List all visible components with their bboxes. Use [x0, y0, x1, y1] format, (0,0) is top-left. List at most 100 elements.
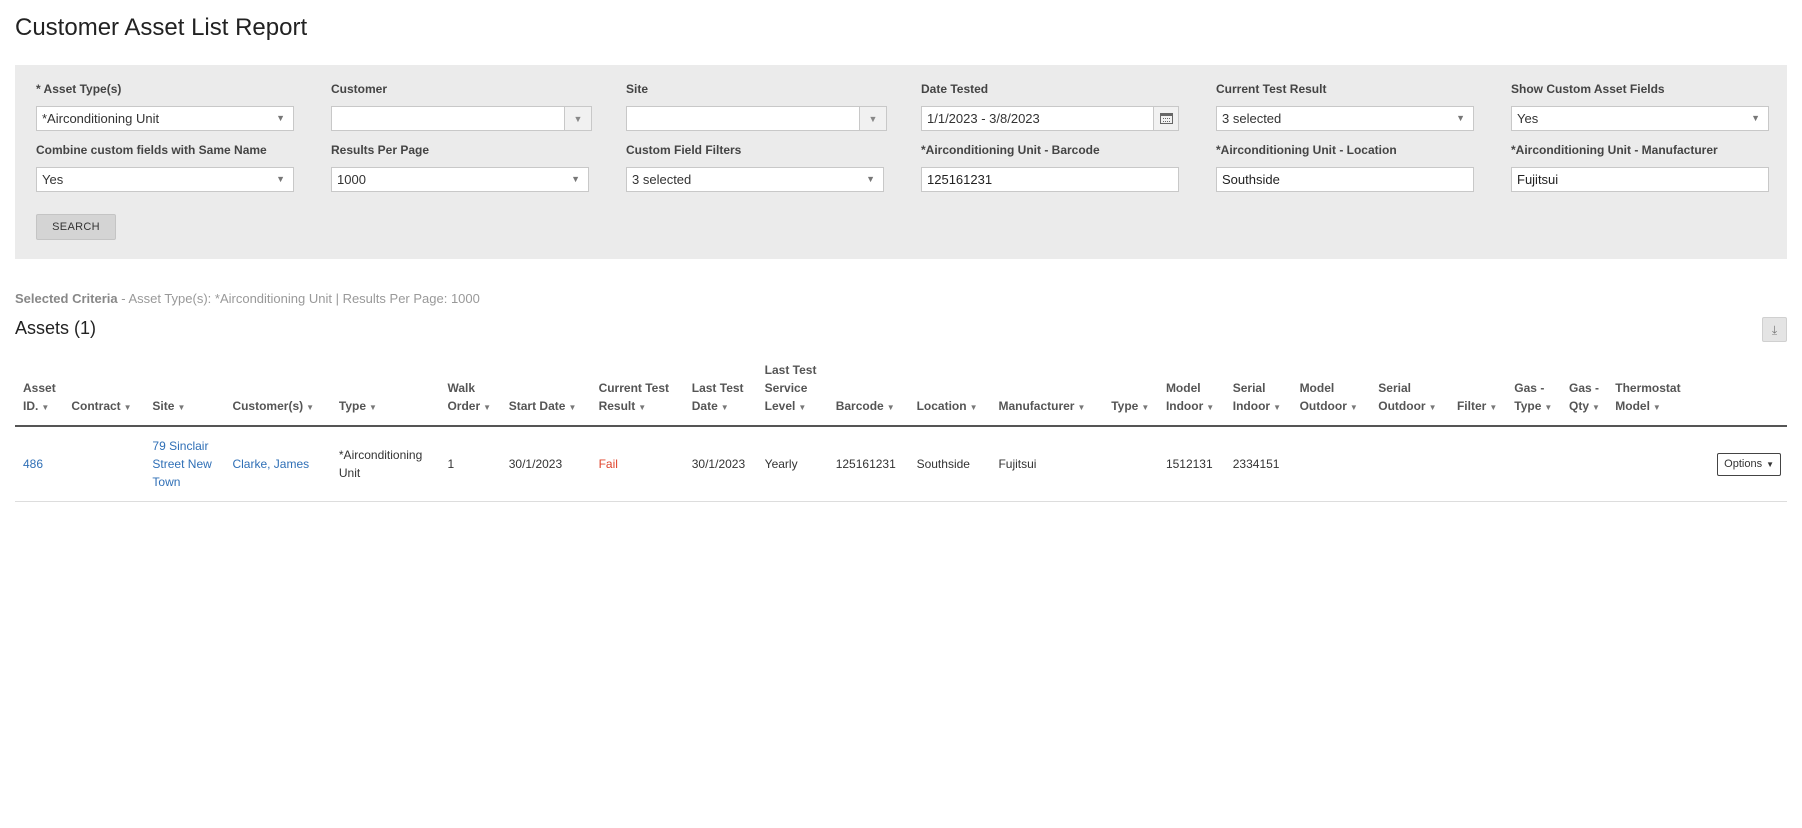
- cell-thermostat-model: [1607, 426, 1695, 502]
- site-label: Site: [626, 82, 649, 96]
- sort-icon: ▼: [1077, 403, 1086, 412]
- sort-icon: ▼: [1592, 403, 1600, 412]
- cell-model-outdoor: [1291, 426, 1371, 502]
- asset-type-select[interactable]: *Airconditioning Unit ▼: [36, 106, 294, 131]
- column-header[interactable]: Model Outdoor ▼: [1291, 361, 1371, 427]
- show-custom-fields-filter: Show Custom Asset Fields Yes ▼: [1511, 81, 1769, 131]
- show-custom-fields-select[interactable]: Yes ▼: [1511, 106, 1769, 131]
- assets-header: Assets (1) ⤓: [15, 313, 1787, 353]
- column-header[interactable]: Serial Indoor ▼: [1224, 361, 1292, 427]
- cell-walk-order: 1: [439, 426, 501, 502]
- cell-asset-id-value[interactable]: 486: [23, 457, 43, 471]
- date-tested-value: 1/1/2023 - 3/8/2023: [927, 111, 1040, 126]
- chevron-down-icon: ▼: [571, 174, 580, 184]
- download-icon: ⤓: [1771, 322, 1778, 337]
- customer-combobox[interactable]: ▼: [331, 106, 592, 131]
- sort-icon: ▼: [1428, 403, 1437, 412]
- cell-site-value[interactable]: 79 Sinclair Street New Town: [152, 439, 211, 489]
- custom-field-filters-select[interactable]: 3 selected ▼: [626, 167, 884, 192]
- cell-line: 79 Sinclair: [152, 439, 209, 453]
- sort-icon: ▼: [41, 403, 50, 412]
- column-header[interactable]: Type ▼: [330, 361, 440, 427]
- search-button[interactable]: SEARCH: [36, 214, 116, 240]
- column-header[interactable]: Site ▼: [144, 361, 225, 427]
- barcode-input[interactable]: 125161231: [921, 167, 1179, 192]
- column-header[interactable]: Last Test Date ▼: [683, 361, 757, 427]
- export-button[interactable]: ⤓: [1762, 317, 1787, 342]
- chevron-down-icon: ▼: [1456, 113, 1465, 123]
- column-header[interactable]: Serial Outdoor ▼: [1370, 361, 1449, 427]
- combine-custom-label: Combine custom fields with Same Name: [36, 143, 267, 157]
- cell-last-test-date: 30/1/2023: [683, 426, 757, 502]
- cell-contract: [63, 426, 145, 502]
- options-button[interactable]: Options ▼: [1717, 452, 1781, 476]
- column-header[interactable]: Filter ▼: [1448, 361, 1507, 427]
- column-header-label: Order: [447, 399, 481, 413]
- chevron-down-icon[interactable]: ▼: [564, 107, 591, 130]
- column-header-label: Type: [1514, 399, 1542, 413]
- column-header[interactable]: Thermostat Model ▼: [1607, 361, 1695, 427]
- column-header[interactable]: Walk Order ▼: [439, 361, 501, 427]
- column-header-label: Customer(s): [232, 399, 304, 413]
- column-header[interactable]: Manufacturer ▼: [990, 361, 1104, 427]
- column-header-label: Indoor: [1165, 399, 1204, 413]
- cell-line: *Airconditioning: [338, 448, 423, 462]
- barcode-filter: *Airconditioning Unit - Barcode 12516123…: [921, 142, 1179, 192]
- cell-last-test-date-value: 30/1/2023: [691, 457, 746, 471]
- column-header-label: Indoor: [1232, 399, 1271, 413]
- column-header[interactable]: Asset ID. ▼: [15, 361, 64, 427]
- show-custom-fields-label: Show Custom Asset Fields: [1511, 82, 1665, 96]
- cell-serial-outdoor: [1370, 426, 1449, 502]
- location-input[interactable]: Southside: [1216, 167, 1474, 192]
- cell-customer-value[interactable]: Clarke, James: [232, 457, 309, 471]
- column-header[interactable]: Location ▼: [908, 361, 991, 427]
- assets-title: Assets (1): [15, 318, 97, 338]
- column-header[interactable]: Customer(s) ▼: [224, 361, 331, 427]
- current-test-result-select[interactable]: 3 selected ▼: [1216, 106, 1474, 131]
- table-row: 486 79 Sinclair Street New Town Clarke, Jame…: [15, 426, 1787, 502]
- sort-icon: ▼: [1544, 403, 1553, 412]
- options-label: Options: [1724, 457, 1763, 470]
- table-header-row: Asset ID. ▼ Contract ▼ Site ▼ Customer(s) ▼ Type ▼…: [15, 361, 1787, 427]
- column-header[interactable]: Barcode ▼: [827, 361, 909, 427]
- manufacturer-filter: *Airconditioning Unit - Manufacturer Fuj…: [1511, 142, 1769, 192]
- selected-criteria: Selected Criteria - Asset Type(s): *Airc…: [15, 291, 1787, 311]
- sort-icon: ▼: [720, 403, 729, 412]
- location-filter: *Airconditioning Unit - Location Southsi…: [1216, 142, 1474, 192]
- cell-serial-indoor-value: 2334151: [1232, 457, 1280, 471]
- filter-panel: * Asset Type(s) *Airconditioning Unit ▼ …: [15, 65, 1787, 259]
- column-header[interactable]: Gas - Type ▼: [1506, 361, 1561, 427]
- column-header-label: Site: [152, 399, 175, 413]
- column-header-label: Gas -: [1569, 381, 1600, 395]
- site-combobox[interactable]: ▼: [626, 106, 887, 131]
- cell-gas-qty: [1561, 426, 1608, 502]
- cell-type: *Airconditioning Unit: [330, 426, 440, 502]
- table-body: 486 79 Sinclair Street New Town Clarke, Jame…: [15, 426, 1787, 502]
- cell-manufacturer: Fujitsui: [990, 426, 1104, 502]
- column-header-label: Level: [764, 399, 796, 413]
- column-header[interactable]: Contract ▼: [63, 361, 145, 427]
- sort-icon: ▼: [969, 403, 978, 412]
- column-header[interactable]: Type ▼: [1103, 361, 1158, 427]
- column-header[interactable]: Model Indoor ▼: [1157, 361, 1225, 427]
- column-header-label: Serial: [1378, 381, 1411, 395]
- chevron-down-icon[interactable]: ▼: [859, 107, 886, 130]
- results-per-page-select[interactable]: 1000 ▼: [331, 167, 589, 192]
- column-header-label: Start Date: [508, 399, 566, 413]
- sort-icon: ▼: [886, 403, 895, 412]
- column-header-label: Type: [1111, 399, 1139, 413]
- column-header[interactable]: Current Test Result ▼: [590, 361, 684, 427]
- column-header: [1694, 361, 1787, 427]
- column-header[interactable]: Start Date ▼: [500, 361, 591, 427]
- column-header[interactable]: Gas - Qty ▼: [1561, 361, 1608, 427]
- combine-custom-select[interactable]: Yes ▼: [36, 167, 294, 192]
- calendar-button[interactable]: [1153, 107, 1178, 130]
- assets-table: Asset ID. ▼ Contract ▼ Site ▼ Customer(s) ▼ Type ▼…: [15, 361, 1787, 502]
- combine-custom-filter: Combine custom fields with Same Name Yes…: [36, 142, 294, 192]
- column-header-label: Location: [916, 399, 967, 413]
- column-header-label: Model: [1615, 399, 1650, 413]
- column-header[interactable]: Last Test Service Level ▼: [756, 361, 828, 427]
- column-header-label: Thermostat: [1615, 381, 1681, 395]
- manufacturer-input[interactable]: Fujitsui: [1511, 167, 1769, 192]
- date-tested-input[interactable]: 1/1/2023 - 3/8/2023: [921, 106, 1179, 131]
